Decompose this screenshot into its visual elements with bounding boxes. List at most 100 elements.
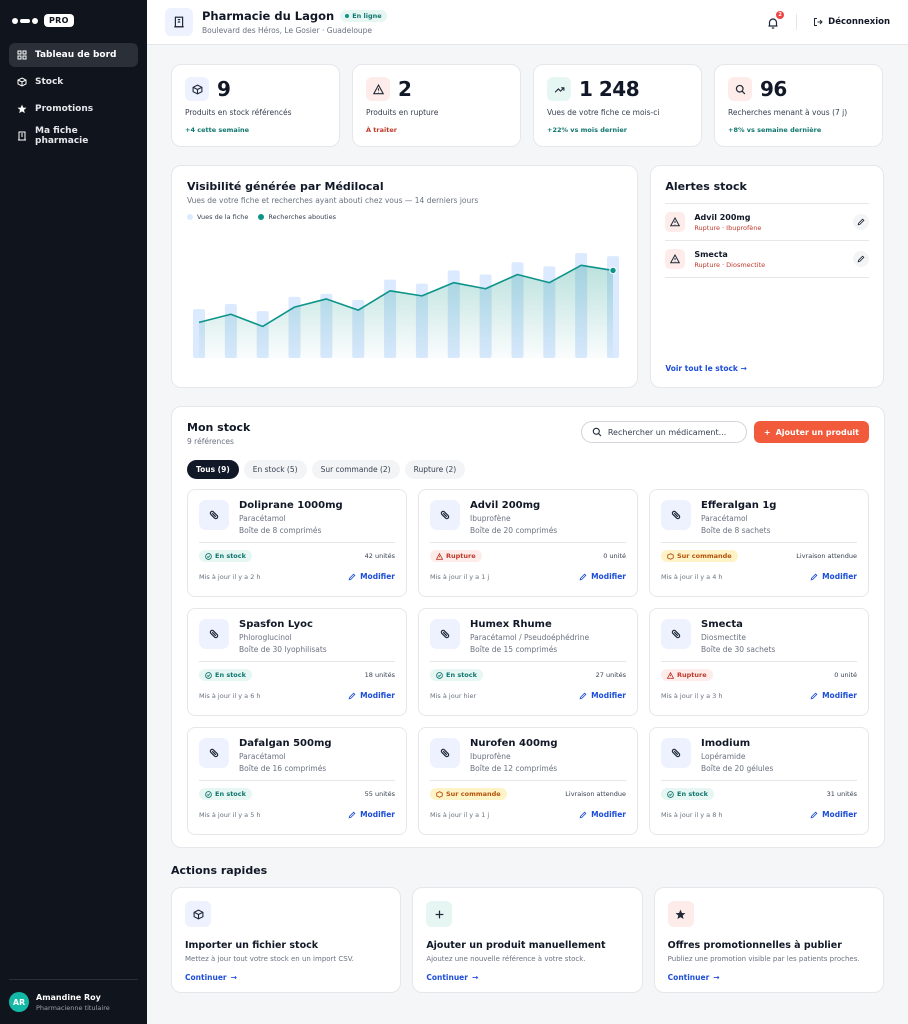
product-grid: Doliprane 1000mg Paracétamol Boîte de 8 co… [187, 489, 869, 835]
continue-link[interactable]: Continuer → [668, 973, 870, 982]
product-card[interactable]: Smecta Diosmectite Boîte de 30 sachets Rupt… [649, 608, 869, 716]
logo[interactable]: PRO [0, 0, 147, 43]
product-card[interactable]: Dafalgan 500mg Paracétamol Boîte de 16 com… [187, 727, 407, 835]
product-molecule: Paracétamol / Pseudoéphédrine [470, 633, 590, 642]
pencil-icon [857, 218, 865, 226]
product-card[interactable]: Spasfon Lyoc Phloroglucinol Boîte de 30 ly… [187, 608, 407, 716]
search-input[interactable]: Rechercher un médicament... [580, 421, 747, 443]
edit-product-button[interactable]: Modifier [810, 810, 857, 819]
divider [430, 661, 626, 662]
edit-product-button[interactable]: Modifier [810, 572, 857, 581]
status-label: Sur commande [446, 790, 501, 798]
status-in-stock-icon [667, 790, 674, 798]
link-label: Continuer [426, 973, 468, 982]
status-in-stock-icon [205, 790, 212, 798]
tab-out-of-stock[interactable]: Rupture (2) [404, 460, 466, 479]
edit-product-button[interactable]: Modifier [348, 691, 395, 700]
product-card[interactable]: Advil 200mg Ibuprofène Boîte de 20 comprim… [418, 489, 638, 597]
edit-label: Modifier [360, 810, 395, 819]
pill-icon [199, 738, 229, 768]
legend-item-searches: Recherches abouties [258, 213, 336, 221]
divider [796, 14, 798, 30]
status-label: Sur commande [677, 552, 732, 560]
status-badge-on-order: Sur commande [661, 550, 738, 562]
continue-link[interactable]: Continuer → [426, 973, 628, 982]
status-on-order-icon [667, 552, 674, 560]
kpi-delta: +4 cette semaine [185, 126, 250, 134]
edit-product-button[interactable]: Modifier [348, 810, 395, 819]
sidebar-item-promotions[interactable]: Promotions [9, 97, 138, 121]
edit-product-button[interactable]: Modifier [348, 572, 395, 581]
stock-count: 9 références [187, 437, 234, 446]
product-pack: Boîte de 30 lyophilisats [239, 645, 327, 654]
edit-label: Modifier [822, 810, 857, 819]
view-all-stock-link[interactable]: Voir tout le stock → [665, 364, 747, 373]
pencil-icon [579, 811, 587, 818]
divider [430, 542, 626, 543]
link-label: Continuer [185, 973, 227, 982]
pencil-icon [579, 692, 587, 699]
sidebar-item-pharmacy-profile[interactable]: Ma fiche pharmacie [9, 124, 138, 148]
quick-action-add-product[interactable]: Ajouter un produit manuellement Ajoutez … [412, 887, 643, 993]
sidebar-item-dashboard[interactable]: Tableau de bord [9, 43, 138, 67]
notifications-button[interactable]: 2 [766, 11, 785, 29]
kpi-card-stock: 9 Produits en stock référencés +4 cette … [171, 64, 340, 147]
alert-meta: Rupture · Ibuprofène [694, 223, 762, 232]
product-quantity: 31 unités [826, 790, 857, 798]
pencil-icon [348, 573, 356, 580]
status-badge: En ligne [340, 10, 387, 22]
tab-in-stock[interactable]: En stock (5) [243, 460, 307, 479]
box-icon [185, 901, 211, 927]
kpi-label: Produits en rupture [366, 108, 439, 117]
status-badge-out-of-stock: Rupture [430, 550, 482, 562]
product-card[interactable]: Imodium Lopéramide Boîte de 20 gélules En s… [649, 727, 869, 835]
pencil-icon [810, 573, 818, 580]
product-name: Doliprane 1000mg [239, 500, 343, 511]
logout-button[interactable]: Déconnexion [813, 17, 890, 27]
logout-label: Déconnexion [828, 17, 890, 27]
edit-product-button[interactable]: Modifier [579, 572, 626, 581]
sidebar-item-stock[interactable]: Stock [9, 70, 138, 94]
quick-action-import[interactable]: Importer un fichier stock Mettez à jour … [171, 887, 402, 993]
product-updated: Mis à jour il y a 5 h [199, 810, 261, 819]
pill-icon [661, 738, 691, 768]
continue-link[interactable]: Continuer → [185, 973, 387, 982]
product-card[interactable]: Humex Rhume Paracétamol / Pseudoéphédrine… [418, 608, 638, 716]
edit-label: Modifier [822, 691, 857, 700]
kpi-delta: À traiter [366, 126, 397, 134]
quick-action-desc: Publiez une promotion visible par les pa… [667, 955, 860, 963]
status-in-stock-icon [205, 552, 212, 560]
pill-icon [661, 500, 691, 530]
add-product-button[interactable]: + Ajouter un produit [753, 421, 869, 443]
pill-icon [430, 500, 460, 530]
product-quantity: 0 unité [834, 671, 857, 679]
product-pack: Boîte de 16 comprimés [239, 764, 327, 773]
edit-product-button[interactable]: Modifier [810, 691, 857, 700]
product-molecule: Paracétamol [701, 514, 748, 523]
product-updated: Mis à jour il y a 6 h [199, 691, 261, 700]
product-updated: Mis à jour il y a 8 h [661, 810, 723, 819]
edit-product-button[interactable]: Modifier [579, 691, 626, 700]
pill-icon [430, 738, 460, 768]
legend-item-views: Vues de la fiche [187, 213, 248, 221]
kpi-value: 2 [398, 77, 412, 101]
product-card[interactable]: Doliprane 1000mg Paracétamol Boîte de 8 co… [187, 489, 407, 597]
link-label: Continuer [667, 973, 710, 982]
kpi-card-views: 1 248 Vues de votre fiche ce mois-ci +22… [533, 64, 702, 147]
edit-product-button[interactable]: Modifier [579, 810, 626, 819]
product-card[interactable]: Efferalgan 1g Paracétamol Boîte de 8 sache… [649, 489, 869, 597]
user-profile[interactable]: AR Amandine Roy Pharmacienne titulaire [9, 979, 138, 1012]
building-icon [18, 131, 26, 141]
tab-all[interactable]: Tous (9) [187, 460, 239, 479]
pill-icon [199, 500, 229, 530]
status-badge-in-stock: En stock [199, 788, 252, 800]
tab-on-order[interactable]: Sur commande (2) [311, 460, 400, 479]
product-quantity: 55 unités [364, 790, 395, 798]
product-card[interactable]: Nurofen 400mg Ibuprofène Boîte de 12 compr… [418, 727, 638, 835]
alert-edit-button[interactable] [853, 214, 869, 230]
alerts-list: Advil 200mg Rupture · Ibuprofène Smecta … [665, 203, 869, 278]
quick-action-promotions[interactable]: Offres promotionnelles à publier Publiez… [653, 887, 884, 993]
product-pack: Boîte de 30 sachets [701, 645, 776, 654]
alert-edit-button[interactable] [853, 251, 869, 267]
pencil-icon [857, 255, 865, 263]
